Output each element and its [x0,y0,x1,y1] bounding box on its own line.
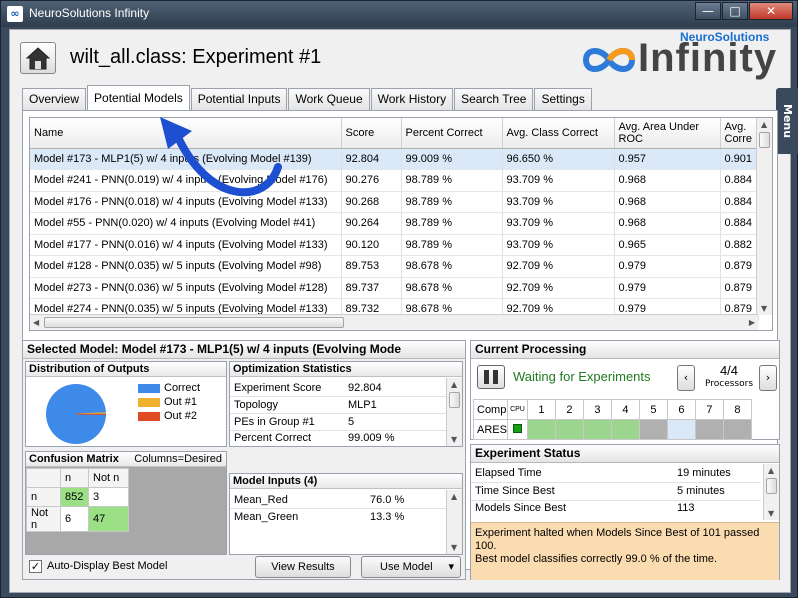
legend-out1: Out #1 [138,396,197,408]
legend-correct: Correct [138,382,200,394]
vscroll-thumb[interactable] [766,478,777,494]
close-button[interactable]: ✕ [749,2,793,20]
pie-slice-out2 [75,413,107,415]
vscroll-thumb[interactable] [759,132,770,148]
col-avg-class-correct[interactable]: Avg. Class Correct [502,118,615,149]
dropdown-arrow-icon: ▾ [448,561,454,573]
experiment-status-title: Experiment Status [471,445,779,463]
window-title: NeuroSolutions Infinity [29,6,150,20]
minimize-button[interactable]: — [695,2,721,20]
confusion-matrix-note: Columns=Desired [134,453,222,465]
scroll-up-icon[interactable]: ▲ [451,380,457,389]
hscroll-thumb[interactable] [44,317,344,328]
model-inputs-title: Model Inputs (4) [230,474,462,489]
tab-work-queue[interactable]: Work Queue [288,88,370,110]
optimization-stats-panel: Optimization Statistics Experiment Score… [229,361,463,447]
legend-swatch-out1 [138,397,160,407]
app-icon: ∞ [7,6,23,22]
confusion-matrix-title: Confusion Matrix [29,453,119,465]
home-icon [25,47,51,70]
tab-overview[interactable]: Overview [22,88,87,110]
tab-settings[interactable]: Settings [534,88,592,110]
status-scroll[interactable]: ▲ ▼ [763,464,779,520]
table-row[interactable]: Model #177 - PNN(0.016) w/ 4 inputs (Evo… [30,234,759,256]
scroll-up-icon[interactable]: ▲ [768,466,774,475]
inputs-scroll[interactable]: ▲ ▼ [446,490,462,554]
model-inputs-panel: Model Inputs (4) Mean_Red 76.0 % Mean_Gre… [229,473,463,555]
processor-count: 4/4 [719,363,739,378]
infinity-logo: NeuroSolutions Infinity [580,30,790,86]
scroll-up-icon[interactable]: ▲ [761,120,767,129]
distribution-title: Distribution of Outputs [26,362,226,377]
vscroll-thumb[interactable] [449,392,460,408]
home-button[interactable] [20,42,56,74]
processor-row[interactable]: ARES [473,419,752,440]
app-window: ∞ NeuroSolutions Infinity — □ ✕ wilt_all… [0,0,798,598]
col-avg-corr[interactable]: Avg. Corre [720,118,759,149]
main-client: wilt_all.class: Experiment #1 NeuroSolut… [9,29,798,593]
auto-display-label: Auto-Display Best Model [47,560,168,572]
use-model-button[interactable]: Use Model ▾ [361,556,461,578]
models-vscroll[interactable]: ▲ ▼ [756,118,772,315]
scroll-down-icon[interactable]: ▼ [451,435,457,444]
processor-grid: Comp CPU 1 2 3 4 5 6 7 8 ARES [473,399,752,440]
current-processing-title: Current Processing [471,341,779,359]
scroll-down-icon[interactable]: ▼ [768,509,774,518]
col-score[interactable]: Score [341,118,402,149]
distribution-pie [46,384,107,444]
tab-potential-models[interactable]: Potential Models [87,85,190,110]
pause-button[interactable] [477,365,505,389]
legend-swatch-out2 [138,411,160,421]
col-avg-area-roc[interactable]: Avg. Area Under ROC [614,118,721,149]
table-row[interactable]: Model #273 - PNN(0.036) w/ 5 inputs (Evo… [30,277,759,299]
scroll-down-icon[interactable]: ▼ [761,304,767,313]
chevron-right-icon: › [765,371,771,384]
scroll-right-icon[interactable]: ▶ [749,318,755,327]
menu-tab[interactable]: Menu [776,88,798,154]
next-processor-button[interactable]: › [759,365,777,391]
models-hscroll[interactable]: ◀ ▶ [30,314,758,330]
optimization-stats-title: Optimization Statistics [230,362,462,377]
prev-processor-button[interactable]: ‹ [677,365,695,391]
tab-search-tree[interactable]: Search Tree [454,88,534,110]
table-row[interactable]: Model #176 - PNN(0.018) w/ 4 inputs (Evo… [30,191,759,213]
selected-model-panel: Selected Model: Model #173 - MLP1(5) w/ … [22,340,466,580]
processor-count-label: Processors [704,379,754,389]
title-bar[interactable]: ∞ NeuroSolutions Infinity — □ ✕ [1,1,797,27]
confusion-matrix-header: Confusion Matrix Columns=Desired [26,452,226,467]
tab-work-history[interactable]: Work History [370,88,454,110]
table-row[interactable]: Model #241 - PNN(0.019) w/ 4 inputs (Evo… [30,169,759,192]
maximize-button[interactable]: □ [722,2,748,20]
confusion-matrix-table: n Not n n 852 3 Not n 6 47 [26,468,129,532]
models-grid: Name Score Percent Correct Avg. Class Co… [29,117,773,331]
pause-icon [484,370,498,384]
models-table: Name Score Percent Correct Avg. Class Co… [30,118,759,321]
table-row[interactable]: Model #128 - PNN(0.035) w/ 5 inputs (Evo… [30,255,759,278]
opt-stats-scroll[interactable]: ▲ ▼ [446,378,462,446]
table-row[interactable]: Model #173 - MLP1(5) w/ 4 inputs (Evolvi… [30,148,759,170]
chevron-left-icon: ‹ [683,371,689,384]
tab-potential-inputs[interactable]: Potential Inputs [190,88,288,110]
table-row[interactable]: Model #55 - PNN(0.020) w/ 4 inputs (Evol… [30,212,759,235]
scroll-up-icon[interactable]: ▲ [451,492,457,501]
auto-display-checkbox[interactable]: ✓ [29,560,42,573]
cpu-indicator-icon [512,423,522,433]
confusion-matrix-panel: Confusion Matrix Columns=Desired n Not n… [25,451,227,555]
page-title: wilt_all.class: Experiment #1 [70,46,322,68]
status-message: Experiment halted when Models Since Best… [471,522,779,580]
processing-status: Waiting for Experiments [513,369,651,384]
legend-swatch-correct [138,383,160,393]
distribution-panel: Distribution of Outputs Correct Out #1 O… [25,361,227,447]
selected-model-title: Selected Model: Model #173 - MLP1(5) w/ … [23,341,465,359]
annotation-arrow-icon [160,117,282,197]
col-percent-correct[interactable]: Percent Correct [401,118,503,149]
tab-bar: Overview Potential Models Potential Inpu… [22,85,593,110]
experiment-status-panel: Experiment Status Elapsed Time 19 minutes… [470,444,780,580]
current-processing-panel: Current Processing Waiting for Experimen… [470,340,780,440]
view-results-button[interactable]: View Results [255,556,351,578]
scroll-down-icon[interactable]: ▼ [451,543,457,552]
legend-out2: Out #2 [138,410,197,422]
scroll-left-icon[interactable]: ◀ [33,318,39,327]
